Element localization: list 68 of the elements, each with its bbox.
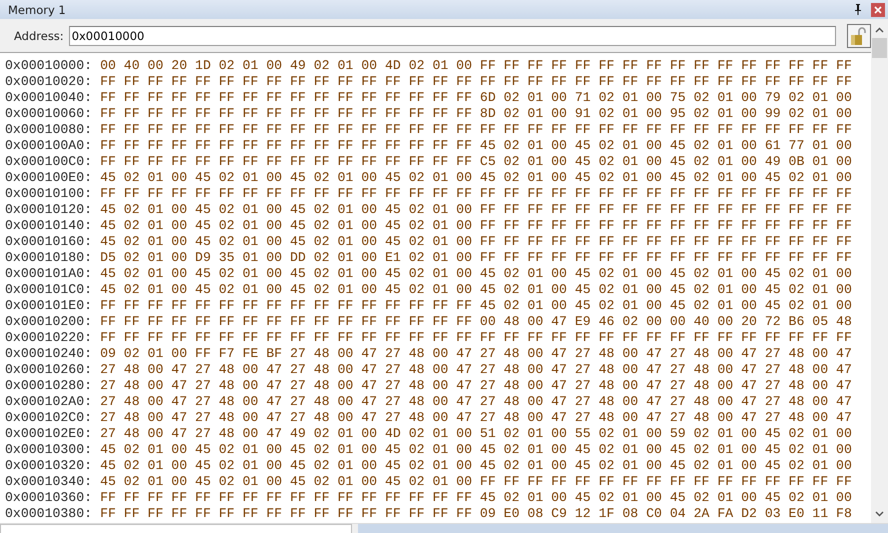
hex-bytes: FF FF FF FF FF FF FF FF FF FF FF FF FF FF FF FF 45 02 01 00 45 02 01 00 45 02 01 00 45 02 01 00 [100,490,852,504]
address-label: 0x00010220: [5,330,92,344]
address-label: 0x000102A0: [5,394,92,408]
hex-bytes: D5 02 01 00 D9 35 01 00 DD 02 01 00 E1 02 01 00 FF FF FF FF FF FF FF FF FF FF FF FF FF FF FF FF [100,250,852,264]
hex-bytes: FF FF FF FF FF FF FF FF FF FF FF FF FF FF FF FF FF FF FF FF FF FF FF FF FF FF FF FF FF FF FF FF [100,330,852,344]
address-label: 0x00010100: [5,186,92,200]
hex-bytes: 27 48 00 47 27 48 00 47 27 48 00 47 27 48 00 47 27 48 00 47 27 48 00 47 27 48 00 47 27 48 00 47 [100,362,852,376]
hex-bytes: FF FF FF FF FF FF FF FF FF FF FF FF FF FF FF FF FF FF FF FF FF FF FF FF FF FF FF FF FF FF FF FF [100,122,852,136]
address-label: 0x00010320: [5,458,92,472]
hex-bytes: 45 02 01 00 45 02 01 00 45 02 01 00 45 02 01 00 45 02 01 00 45 02 01 00 45 02 01 00 45 02 01 00 [100,458,852,472]
address-label: 0x00010000: [5,58,92,72]
hex-bytes: 27 48 00 47 27 48 00 47 27 48 00 47 27 48 00 47 27 48 00 47 27 48 00 47 27 48 00 47 27 48 00 47 [100,378,852,392]
hex-bytes: 09 02 01 00 FF F7 FE BF 27 48 00 47 27 48 00 47 27 48 00 47 27 48 00 47 27 48 00 47 27 48 00 47 [100,346,852,360]
address-label: 0x00010360: [5,490,92,504]
hex-bytes: 45 02 01 00 45 02 01 00 45 02 01 00 45 02 01 00 FF FF FF FF FF FF FF FF FF FF FF FF FF FF FF FF [100,234,852,248]
hex-bytes: 27 48 00 47 27 48 00 47 27 48 00 47 27 48 00 47 27 48 00 47 27 48 00 47 27 48 00 47 27 48 00 47 [100,410,852,424]
address-label: 0x00010240: [5,346,92,360]
address-label: 0x00010300: [5,442,92,456]
hex-bytes: 45 02 01 00 45 02 01 00 45 02 01 00 45 02 01 00 45 02 01 00 45 02 01 00 45 02 01 00 45 02 01 00 [100,170,852,184]
window-title: Memory 1 [8,2,67,16]
hex-bytes: 45 02 01 00 45 02 01 00 45 02 01 00 45 02 01 00 45 02 01 00 45 02 01 00 45 02 01 00 45 02 01 00 [100,442,852,456]
address-label: 0x000102C0: [5,410,92,424]
address-label: 0x000100A0: [5,138,92,152]
address-label: 0x000101A0: [5,266,92,280]
hex-bytes: 45 02 01 00 45 02 01 00 45 02 01 00 45 02 01 00 FF FF FF FF FF FF FF FF FF FF FF FF FF FF FF FF [100,202,852,216]
hex-bytes: 27 48 00 47 27 48 00 47 49 02 01 00 4D 02 01 00 51 02 01 00 55 02 01 00 59 02 01 00 45 02 01 00 [100,426,852,440]
address-field[interactable]: 0x00010000 [68,26,836,46]
hex-bytes: FF FF FF FF FF FF FF FF FF FF FF FF FF FF FF FF 45 02 01 00 45 02 01 00 45 02 01 00 45 02 01 00 [100,298,852,312]
address-label: 0x00010120: [5,202,92,216]
address-field-label: Address: [14,28,64,42]
address-label: 0x00010140: [5,218,92,232]
address-label: 0x00010280: [5,378,92,392]
pin-icon[interactable] [853,4,863,15]
close-button[interactable] [871,2,885,16]
address-label: 0x00010040: [5,90,92,104]
hex-bytes: FF FF FF FF FF FF FF FF FF FF FF FF FF FF FF FF 00 48 00 47 E9 46 02 00 00 40 00 20 72 B6 05 48 [100,314,852,328]
address-label: 0x00010260: [5,362,92,376]
address-label: 0x00010020: [5,74,92,88]
padlock-icon [850,26,868,46]
address-label: 0x00010200: [5,314,92,328]
hex-bytes: FF FF FF FF FF FF FF FF FF FF FF FF FF FF FF FF 45 02 01 00 45 02 01 00 45 02 01 00 61 77 01 00 [100,138,852,152]
address-label: 0x000101E0: [5,298,92,312]
hex-bytes: 00 40 00 20 1D 02 01 00 49 02 01 00 4D 02 01 00 FF FF FF FF FF FF FF FF FF FF FF FF FF FF FF FF [100,58,852,72]
address-label: 0x00010340: [5,474,92,488]
address-label: 0x00010060: [5,106,92,120]
address-label: 0x00010380: [5,506,92,520]
hex-bytes: FF FF FF FF FF FF FF FF FF FF FF FF FF FF FF FF 8D 02 01 00 91 02 01 00 95 02 01 00 99 02 01 00 [100,106,852,120]
address-label: 0x000100E0: [5,170,92,184]
address-label: 0x00010180: [5,250,92,264]
address-label: 0x000100C0: [5,154,92,168]
lock-button[interactable] [847,24,871,48]
hex-bytes: 27 48 00 47 27 48 00 47 27 48 00 47 27 48 00 47 27 48 00 47 27 48 00 47 27 48 00 47 27 48 00 47 [100,394,852,408]
hex-bytes: 45 02 01 00 45 02 01 00 45 02 01 00 45 02 01 00 45 02 01 00 45 02 01 00 45 02 01 00 45 02 01 00 [100,266,852,280]
scroll-thumb[interactable] [872,38,887,58]
address-label: 0x00010080: [5,122,92,136]
address-label: 0x000102E0: [5,426,92,440]
close-icon [874,6,882,14]
address-label: 0x00010160: [5,234,92,248]
hex-bytes: 45 02 01 00 45 02 01 00 45 02 01 00 45 02 01 00 FF FF FF FF FF FF FF FF FF FF FF FF FF FF FF FF [100,474,852,488]
hex-bytes: FF FF FF FF FF FF FF FF FF FF FF FF FF FF FF FF C5 02 01 00 45 02 01 00 45 02 01 00 49 0B 01 00 [100,154,852,168]
hex-bytes: FF FF FF FF FF FF FF FF FF FF FF FF FF FF FF FF FF FF FF FF FF FF FF FF FF FF FF FF FF FF FF FF [100,74,852,88]
hex-bytes: FF FF FF FF FF FF FF FF FF FF FF FF FF FF FF FF 6D 02 01 00 71 02 01 00 75 02 01 00 79 02 01 00 [100,90,852,104]
hex-bytes: 45 02 01 00 45 02 01 00 45 02 01 00 45 02 01 00 FF FF FF FF FF FF FF FF FF FF FF FF FF FF FF FF [100,218,852,232]
horizontal-scrollbar[interactable] [0,523,888,533]
hex-bytes: FF FF FF FF FF FF FF FF FF FF FF FF FF FF FF FF FF FF FF FF FF FF FF FF FF FF FF FF FF FF FF FF [100,186,852,200]
address-label: 0x000101C0: [5,282,92,296]
hex-bytes: FF FF FF FF FF FF FF FF FF FF FF FF FF FF FF FF 09 E0 08 C9 12 1F 08 C0 04 2A FA D2 03 E0 11 F8 [100,506,852,520]
hex-bytes: 45 02 01 00 45 02 01 00 45 02 01 00 45 02 01 00 45 02 01 00 45 02 01 00 45 02 01 00 45 02 01 00 [100,282,852,296]
